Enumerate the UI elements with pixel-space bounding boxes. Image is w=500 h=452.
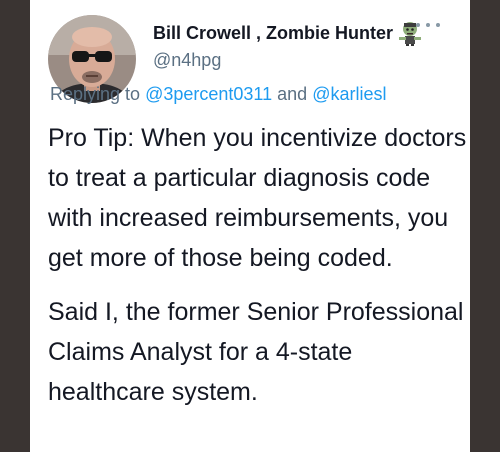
tweet-paragraph: Said I, the former Senior Professional C… bbox=[48, 298, 464, 406]
replying-to-joiner: and bbox=[277, 84, 308, 104]
tweet-card: Bill Crowell , Zombie Hunter @n4hpg Repl… bbox=[30, 0, 470, 452]
tweet-text: Pro Tip: When you incentivize doctors to… bbox=[48, 118, 468, 412]
replying-to-line: Replying to @3percent0311 and @karliesl bbox=[50, 84, 386, 105]
mention-link[interactable]: @3percent0311 bbox=[145, 84, 272, 104]
mention-link[interactable]: @karliesl bbox=[312, 84, 386, 104]
ellipsis-icon[interactable] bbox=[416, 16, 440, 34]
author-name-row: Bill Crowell , Zombie Hunter bbox=[153, 18, 423, 48]
ellipsis-dot bbox=[436, 23, 440, 27]
author-handle[interactable]: @n4hpg bbox=[153, 50, 221, 71]
tweet-paragraph: Pro Tip: When you incentivize doctors to… bbox=[48, 124, 467, 272]
replying-to-prefix: Replying to bbox=[50, 84, 141, 104]
ellipsis-dot bbox=[426, 23, 430, 27]
ellipsis-dot bbox=[416, 23, 420, 27]
author-display-name[interactable]: Bill Crowell , Zombie Hunter bbox=[153, 23, 393, 44]
